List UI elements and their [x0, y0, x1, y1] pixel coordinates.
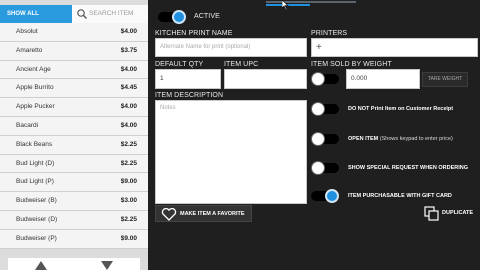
list-item[interactable]: Bud Light (P) $9.00	[0, 173, 148, 193]
search-icon	[77, 9, 87, 19]
item-description-textarea[interactable]: Notes	[155, 100, 307, 204]
tab-indicator-track	[266, 1, 356, 3]
open-item-toggle[interactable]	[311, 132, 339, 146]
make-favorite-label: MAKE ITEM A FAVORITE	[180, 211, 245, 217]
item-name: Black Beans	[16, 140, 53, 148]
arrow-down-icon	[101, 261, 113, 270]
gift-card-toggle[interactable]	[311, 189, 339, 203]
item-list: Absolut $4.00 Amaretto $3.75 Ancient Age $4…	[0, 23, 148, 249]
item-name: Ancient Age	[16, 65, 51, 73]
item-price: $4.00	[120, 28, 137, 35]
toggle-knob	[311, 72, 325, 86]
open-item-label: OPEN ITEM (Shows keypad to enter price)	[348, 136, 453, 142]
duplicate-button[interactable]: DUPLICATE	[424, 205, 478, 222]
list-item[interactable]: Bud Light (D) $2.25	[0, 154, 148, 174]
item-name: Apple Pucker	[16, 103, 55, 111]
list-item[interactable]: Amaretto $3.75	[0, 41, 148, 61]
special-request-label: SHOW SPECIAL REQUEST WHEN ORDERING	[348, 165, 468, 171]
item-name: Apple Burrito	[16, 84, 54, 92]
item-price: $4.00	[120, 121, 137, 129]
open-item-title: OPEN ITEM	[348, 136, 379, 142]
no-print-receipt-toggle[interactable]	[311, 102, 339, 116]
item-name: Budweiser (P)	[16, 234, 57, 242]
scroll-up-button[interactable]	[8, 258, 74, 270]
list-item[interactable]: Ancient Age $4.00	[0, 60, 148, 80]
list-item[interactable]: Budweiser (B) $3.00	[0, 192, 148, 211]
add-printer-button[interactable]: +	[311, 38, 478, 57]
default-qty-label: DEFAULT QTY	[155, 61, 204, 68]
heart-icon	[161, 208, 177, 221]
list-item[interactable]: Bacardi $4.00	[0, 116, 148, 136]
item-upc-input[interactable]	[224, 69, 307, 89]
item-price: $2.25	[120, 215, 137, 223]
tare-weight-button[interactable]: TARE WEIGHT	[422, 72, 468, 87]
list-item[interactable]: Apple Burrito $4.45	[0, 79, 148, 99]
toggle-knob	[311, 132, 325, 146]
item-name: Absolut	[16, 28, 38, 35]
item-name: Budweiser (D)	[16, 215, 58, 223]
item-price: $9.00	[120, 178, 137, 186]
item-sold-by-weight-label: ITEM SOLD BY WEIGHT	[311, 61, 392, 68]
no-print-receipt-label: DO NOT Print Item on Customer Receipt	[348, 106, 454, 112]
item-price: $3.75	[120, 46, 137, 54]
item-price: $4.00	[120, 103, 137, 111]
duplicate-icon	[424, 206, 439, 221]
toggle-knob	[311, 102, 325, 116]
list-item[interactable]: Apple Pucker $4.00	[0, 98, 148, 117]
duplicate-label: DUPLICATE	[442, 210, 474, 216]
item-name: Bud Light (D)	[16, 159, 55, 167]
item-name: Amaretto	[16, 46, 43, 54]
list-item[interactable]: Absolut $4.00	[0, 23, 148, 42]
item-price: $3.00	[120, 197, 137, 205]
filter-bar: SHOW ALL SEARCH ITEM	[0, 5, 148, 23]
special-request-toggle[interactable]	[311, 161, 339, 175]
mouse-cursor-icon	[282, 0, 289, 10]
item-upc-label: ITEM UPC	[224, 61, 259, 68]
list-item[interactable]: Budweiser (D) $2.25	[0, 210, 148, 230]
item-name: Budweiser (B)	[16, 197, 57, 205]
printers-label: PRINTERS	[311, 30, 348, 37]
active-label: ACTIVE	[194, 13, 220, 20]
arrow-up-icon	[35, 261, 47, 270]
item-list-panel: SHOW ALL SEARCH ITEM Absolut $4.00 Amaret…	[0, 0, 148, 270]
kitchen-print-name-label: KITCHEN PRINT NAME	[155, 30, 233, 37]
gift-card-label: ITEM PURCHASABLE WITH GIFT CARD	[348, 193, 452, 199]
active-toggle[interactable]	[158, 10, 186, 24]
weight-input[interactable]: 0.000	[346, 69, 420, 89]
item-price: $4.45	[120, 84, 137, 92]
default-qty-input[interactable]: 1	[155, 69, 221, 89]
item-price: $9.00	[120, 234, 137, 242]
item-price: $2.25	[120, 159, 137, 167]
make-favorite-button[interactable]: MAKE ITEM A FAVORITE	[155, 205, 252, 222]
item-description-label: ITEM DESCRIPTION	[155, 92, 224, 99]
item-name: Bacardi	[16, 121, 39, 129]
toggle-knob	[311, 161, 325, 175]
item-price: $4.00	[120, 65, 137, 73]
sold-by-weight-toggle[interactable]	[311, 72, 339, 86]
show-all-button[interactable]: SHOW ALL	[0, 5, 72, 23]
item-name: Bud Light (P)	[16, 178, 54, 186]
item-price: $2.25	[120, 140, 137, 148]
list-item[interactable]: Budweiser (P) $9.00	[0, 229, 148, 249]
open-item-note: (Shows keypad to enter price)	[379, 136, 453, 142]
scroll-down-button[interactable]	[74, 258, 140, 270]
list-item[interactable]: Black Beans $2.25	[0, 135, 148, 155]
toggle-knob	[325, 189, 339, 203]
kitchen-print-name-input[interactable]: Alternate Name for print (optional)	[155, 38, 307, 57]
toggle-knob	[172, 10, 186, 24]
